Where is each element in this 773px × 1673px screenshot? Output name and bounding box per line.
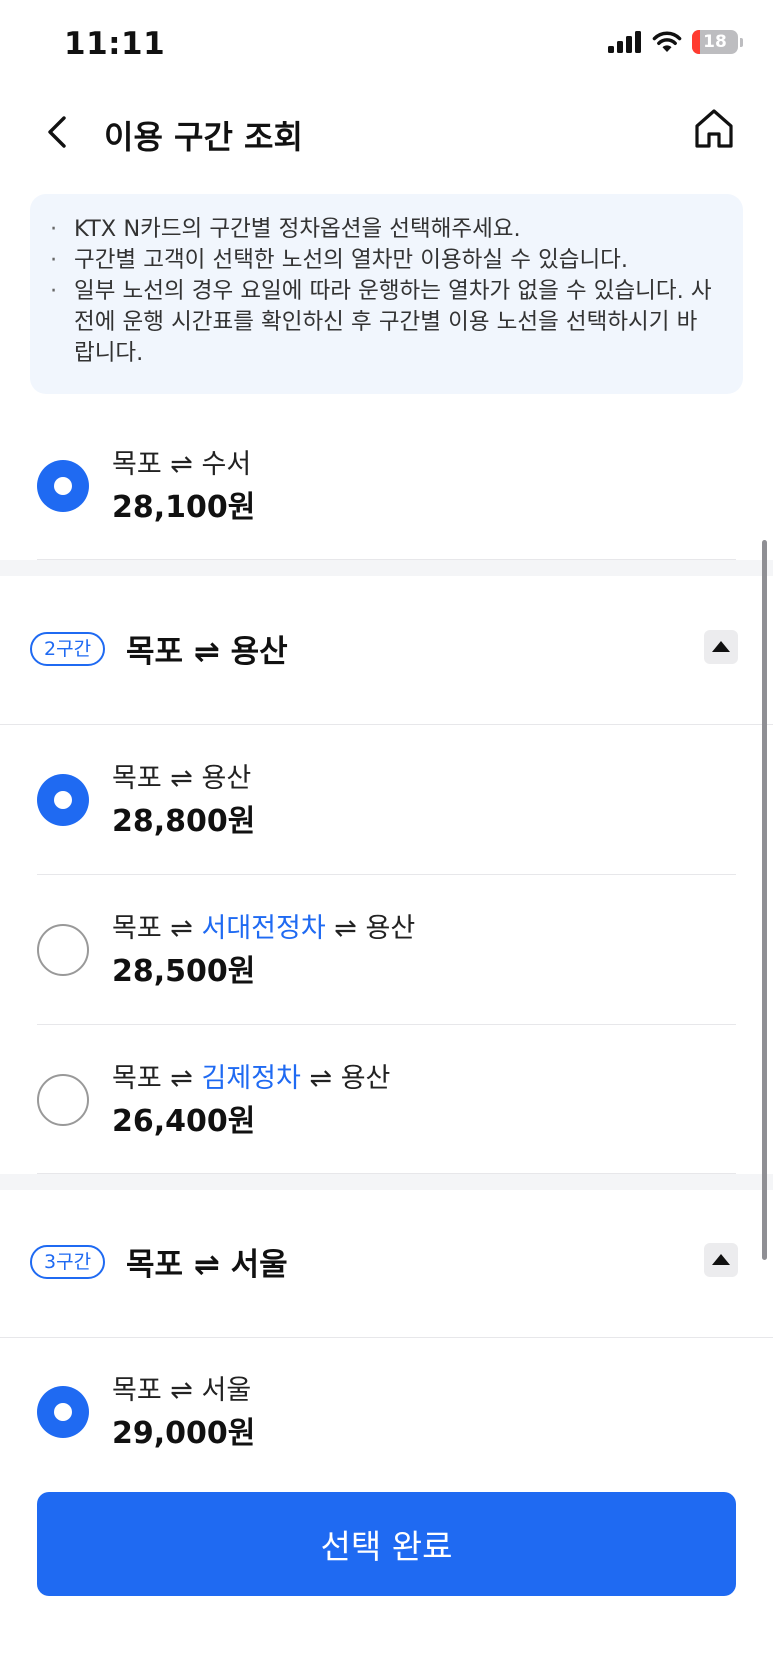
notice-item: 구간별 고객이 선택한 노선의 열차만 이용하실 수 있습니다. xyxy=(50,245,713,276)
section-title: 목포 ⇌ 용산 xyxy=(126,634,288,670)
status-time: 11:11 xyxy=(64,26,166,62)
swap-arrow-icon: ⇌ xyxy=(334,913,357,944)
via-station: 김제정차 xyxy=(201,1063,301,1094)
signal-icon xyxy=(608,31,641,53)
route-option-mokpo-yongsan[interactable]: 목포 ⇌ 용산 28,800원 xyxy=(0,726,773,874)
route-price: 28,500원 xyxy=(112,954,256,989)
route-option-via-gimje[interactable]: 목포 ⇌ 김제정차 ⇌ 용산 26,400원 xyxy=(0,1026,773,1174)
radio-button-unselected[interactable] xyxy=(37,1074,89,1126)
route-option-mokpo-suseo[interactable]: 목포 ⇌ 수서 28,100원 xyxy=(0,412,773,560)
route-label: 목포 ⇌ 서울 xyxy=(112,1375,252,1406)
divider xyxy=(37,874,736,875)
section-header-2[interactable]: 2구간 목포 ⇌ 용산 xyxy=(0,590,773,710)
route-label: 목포 ⇌ 용산 xyxy=(112,763,252,794)
scrollbar[interactable] xyxy=(762,540,767,1260)
battery-percent: 18 xyxy=(703,32,727,52)
route-price: 29,000원 xyxy=(112,1416,256,1451)
wifi-icon xyxy=(652,31,682,52)
divider xyxy=(0,724,773,725)
section-header-3[interactable]: 3구간 목포 ⇌ 서울 xyxy=(0,1203,773,1323)
swap-arrow-icon: ⇌ xyxy=(170,1375,193,1406)
chevron-left-icon xyxy=(48,116,66,148)
back-button[interactable] xyxy=(36,110,80,154)
radio-button-unselected[interactable] xyxy=(37,924,89,976)
route-price: 28,100원 xyxy=(112,490,256,525)
route-option-mokpo-seoul[interactable]: 목포 ⇌ 서울 29,000원 xyxy=(0,1338,773,1486)
battery-icon: 18 xyxy=(692,30,738,54)
swap-arrow-icon: ⇌ xyxy=(170,449,193,480)
swap-arrow-icon: ⇌ xyxy=(193,634,220,670)
page-title: 이용 구간 조회 xyxy=(104,118,303,156)
route-label: 목포 ⇌ 수서 xyxy=(112,449,252,480)
route-price: 28,800원 xyxy=(112,804,256,839)
battery-level xyxy=(692,30,701,54)
section-badge: 2구간 xyxy=(30,632,106,666)
notice-item: KTX N카드의 구간별 정차옵션을 선택해주세요. xyxy=(50,214,713,245)
home-button[interactable] xyxy=(691,106,737,152)
collapse-caret-up-icon[interactable] xyxy=(704,630,738,664)
bottom-bar: 선택 완료 xyxy=(0,1478,773,1673)
route-price: 26,400원 xyxy=(112,1104,256,1139)
divider xyxy=(37,1024,736,1025)
section-badge: 3구간 xyxy=(30,1245,106,1279)
via-station: 서대전정차 xyxy=(201,913,326,944)
radio-button-selected[interactable] xyxy=(37,1386,89,1438)
swap-arrow-icon: ⇌ xyxy=(193,1247,220,1283)
battery-cap xyxy=(740,37,743,47)
swap-arrow-icon: ⇌ xyxy=(170,1063,193,1094)
radio-button-selected[interactable] xyxy=(37,774,89,826)
confirm-selection-button[interactable]: 선택 완료 xyxy=(37,1492,736,1596)
route-option-via-seodaejeon[interactable]: 목포 ⇌ 서대전정차 ⇌ 용산 28,500원 xyxy=(0,876,773,1024)
route-label: 목포 ⇌ 김제정차 ⇌ 용산 xyxy=(112,1063,391,1094)
status-icons: 18 xyxy=(608,30,743,54)
swap-arrow-icon: ⇌ xyxy=(309,1063,333,1094)
notice-box: KTX N카드의 구간별 정차옵션을 선택해주세요. 구간별 고객이 선택한 노… xyxy=(30,194,743,394)
radio-button-selected[interactable] xyxy=(37,460,89,512)
collapse-caret-up-icon[interactable] xyxy=(704,1243,738,1277)
app-header: 이용 구간 조회 xyxy=(0,92,773,192)
notice-item: 일부 노선의 경우 요일에 따라 운행하는 열차가 없을 수 있습니다. 사전에… xyxy=(50,276,713,369)
swap-arrow-icon: ⇌ xyxy=(170,763,193,794)
notice-list: KTX N카드의 구간별 정차옵션을 선택해주세요. 구간별 고객이 선택한 노… xyxy=(50,214,713,369)
section-title: 목포 ⇌ 서울 xyxy=(126,1247,288,1283)
section-gap xyxy=(0,1174,773,1190)
swap-arrow-icon: ⇌ xyxy=(170,913,193,944)
status-bar: 11:11 18 xyxy=(0,0,773,92)
section-gap xyxy=(0,560,773,576)
route-label: 목포 ⇌ 서대전정차 ⇌ 용산 xyxy=(112,913,416,944)
home-icon xyxy=(695,109,733,148)
